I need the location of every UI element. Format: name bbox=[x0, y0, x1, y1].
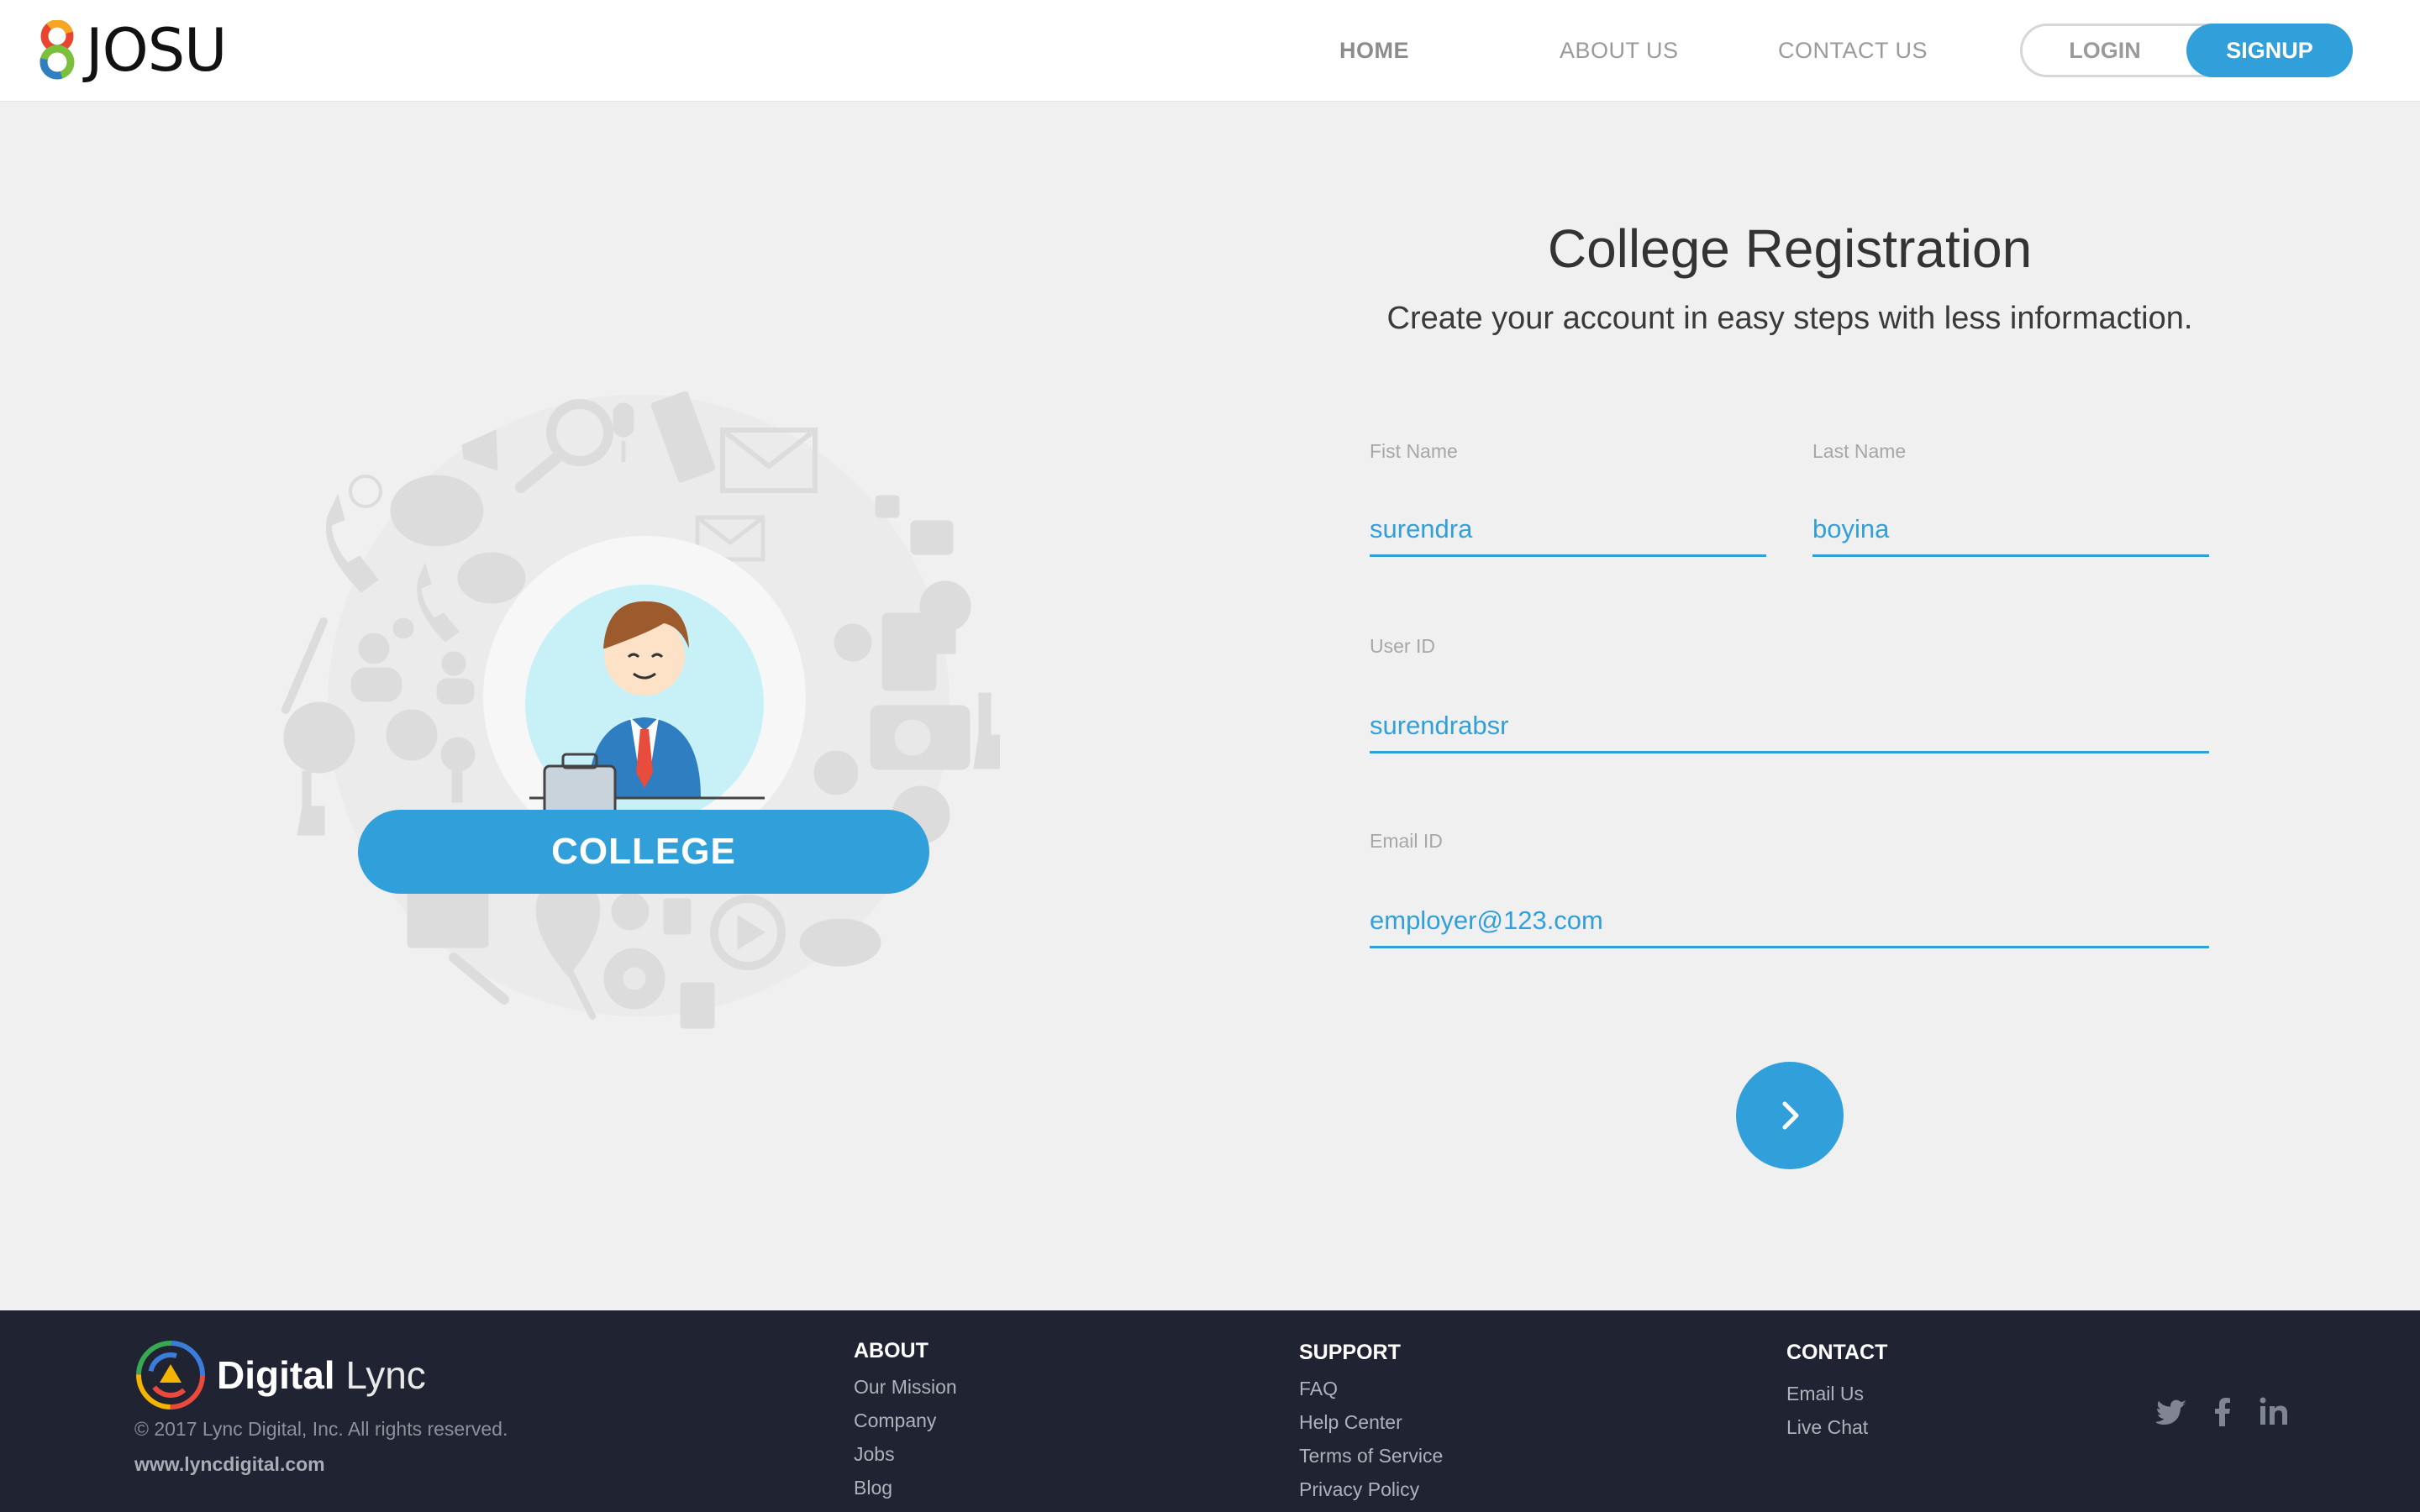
digital-lync-wordmark: Digital Lync bbox=[217, 1353, 426, 1397]
last-name-field[interactable] bbox=[1812, 504, 2209, 557]
footer-link-terms[interactable]: Terms of Service bbox=[1299, 1445, 1443, 1467]
website-link[interactable]: www.lyncdigital.com bbox=[134, 1453, 325, 1476]
brand-name: JOSU bbox=[86, 16, 227, 85]
footer-link-email-us[interactable]: Email Us bbox=[1786, 1383, 1864, 1405]
email-id-label: Email ID bbox=[1370, 830, 1443, 852]
josu-logo-mark-icon bbox=[39, 20, 75, 80]
footer-link-faq[interactable]: FAQ bbox=[1299, 1378, 1338, 1400]
footer-link-privacy[interactable]: Privacy Policy bbox=[1299, 1478, 1419, 1501]
nav-contact-link[interactable]: CONTACT US bbox=[1778, 35, 1928, 66]
chevron-right-icon bbox=[1782, 1101, 1799, 1130]
page-title: College Registration bbox=[1547, 218, 2033, 279]
footer-contact-heading: CONTACT bbox=[1786, 1341, 1888, 1364]
josu-logo[interactable]: JOSU bbox=[34, 16, 227, 85]
digital-lync-logo[interactable]: Digital Lync bbox=[134, 1339, 426, 1411]
first-name-field[interactable] bbox=[1370, 504, 1766, 557]
nav-about-link[interactable]: ABOUT US bbox=[1560, 35, 1679, 66]
page-subtitle: Create your account in easy steps with l… bbox=[1386, 301, 2193, 336]
signup-button[interactable]: SIGNUP bbox=[2186, 24, 2353, 77]
footer-link-help-center[interactable]: Help Center bbox=[1299, 1411, 1402, 1434]
email-field[interactable] bbox=[1370, 895, 2209, 948]
footer-link-jobs[interactable]: Jobs bbox=[854, 1443, 895, 1466]
facebook-icon[interactable] bbox=[2207, 1394, 2240, 1428]
college-badge[interactable]: COLLEGE bbox=[358, 810, 929, 894]
copyright-text: © 2017 Lync Digital, Inc. All rights res… bbox=[134, 1418, 508, 1440]
next-button[interactable] bbox=[1736, 1062, 1844, 1169]
first-name-label: Fist Name bbox=[1370, 440, 1458, 462]
login-button[interactable]: LOGIN bbox=[2042, 24, 2168, 77]
linkedin-icon[interactable] bbox=[2257, 1394, 2291, 1428]
last-name-label: Last Name bbox=[1812, 440, 1907, 462]
top-nav-bar: JOSU HOME ABOUT US CONTACT US LOGIN SIGN… bbox=[0, 0, 2420, 102]
college-illustration bbox=[281, 391, 1000, 1029]
user-id-label: User ID bbox=[1370, 635, 1435, 657]
nav-home-link[interactable]: HOME bbox=[1339, 35, 1409, 66]
footer-link-live-chat[interactable]: Live Chat bbox=[1786, 1416, 1868, 1439]
footer-support-heading: SUPPORT bbox=[1299, 1341, 1401, 1364]
twitter-icon[interactable] bbox=[2156, 1394, 2190, 1428]
footer-about-heading: ABOUT bbox=[854, 1339, 929, 1362]
user-id-field[interactable] bbox=[1370, 701, 2209, 753]
digital-lync-logo-icon bbox=[136, 1341, 205, 1410]
footer-link-company[interactable]: Company bbox=[854, 1410, 936, 1432]
footer-link-our-mission[interactable]: Our Mission bbox=[854, 1376, 957, 1399]
footer-link-blog[interactable]: Blog bbox=[854, 1477, 892, 1499]
